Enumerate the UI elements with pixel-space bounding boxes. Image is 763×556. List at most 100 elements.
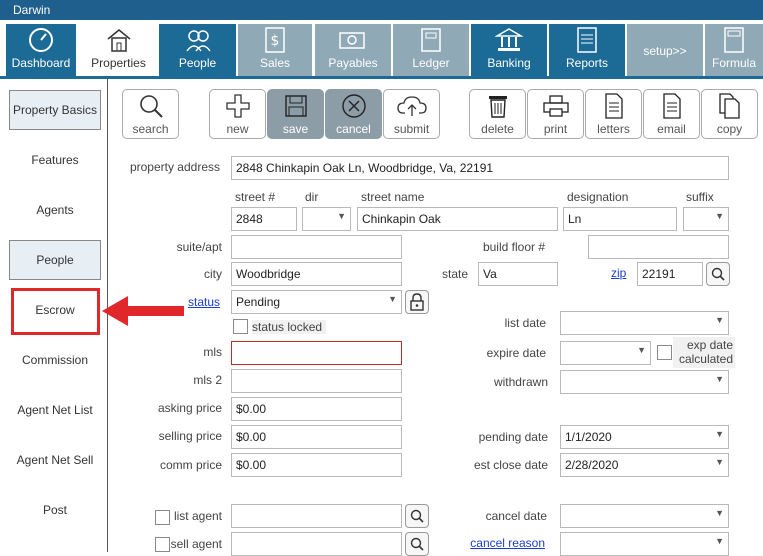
gauge-icon bbox=[29, 28, 53, 52]
copy-button[interactable]: copy bbox=[701, 89, 758, 139]
withdrawn-label: withdrawn bbox=[493, 375, 548, 389]
sidebar-item-label: Agents bbox=[36, 203, 74, 217]
suite-label: suite/apt bbox=[176, 240, 222, 254]
tab-banking[interactable]: Banking bbox=[471, 24, 547, 78]
magnifier-icon bbox=[139, 95, 163, 118]
pending-date-picker[interactable]: 1/1/2020 ▼ bbox=[560, 425, 729, 449]
list-date-picker[interactable]: ▼ bbox=[560, 311, 729, 335]
tab-reports[interactable]: Reports bbox=[549, 24, 625, 78]
pending-date-label: pending date bbox=[478, 430, 548, 444]
tab-label: Reports bbox=[565, 56, 609, 70]
cloud-upload-icon bbox=[396, 96, 427, 116]
sidebar-item-post[interactable]: Post bbox=[9, 490, 101, 530]
status-locked-checkbox[interactable] bbox=[233, 319, 248, 334]
tab-setup[interactable]: setup>> bbox=[627, 24, 703, 78]
cancel-reason-select[interactable]: ▼ bbox=[560, 532, 729, 556]
status-value: Pending bbox=[236, 295, 281, 309]
nav-underline bbox=[0, 76, 763, 79]
status-lock-button[interactable] bbox=[405, 290, 429, 314]
cancel-x-icon bbox=[341, 94, 366, 118]
submit-button[interactable]: submit bbox=[383, 89, 440, 139]
designation-field[interactable]: Ln bbox=[563, 207, 677, 231]
list-agent-search-button[interactable] bbox=[405, 504, 429, 528]
asking-price-field[interactable]: $0.00 bbox=[231, 397, 402, 421]
ledger-icon bbox=[421, 28, 441, 52]
sidebar-item-features[interactable]: Features bbox=[9, 140, 101, 180]
sell-agent-label: sell agent bbox=[170, 537, 222, 551]
print-button[interactable]: print bbox=[527, 89, 584, 139]
tab-formula[interactable]: Formula bbox=[705, 24, 763, 78]
delete-button[interactable]: delete bbox=[469, 89, 526, 139]
status-select[interactable]: Pending ▼ bbox=[231, 290, 402, 314]
dir-select[interactable]: ▼ bbox=[302, 207, 351, 231]
status-locked-label: status locked bbox=[252, 320, 327, 334]
chevron-down-icon: ▼ bbox=[337, 211, 346, 221]
build-floor-field[interactable] bbox=[588, 235, 729, 259]
zip-search-button[interactable] bbox=[706, 262, 730, 286]
cancel-reason-link[interactable]: cancel reason bbox=[440, 536, 545, 550]
report-icon bbox=[577, 27, 597, 53]
save-button[interactable]: save bbox=[267, 89, 324, 139]
document-icon bbox=[604, 93, 623, 119]
est-close-date-picker[interactable]: 2/28/2020 ▼ bbox=[560, 453, 729, 477]
chevron-down-icon: ▼ bbox=[715, 315, 724, 325]
svg-text:$: $ bbox=[271, 33, 280, 49]
chevron-down-icon: ▼ bbox=[388, 294, 397, 304]
withdrawn-picker[interactable]: ▼ bbox=[560, 370, 729, 394]
sell-agent-search-button[interactable] bbox=[405, 532, 429, 556]
chevron-down-icon: ▼ bbox=[715, 211, 724, 221]
search-button[interactable]: search bbox=[122, 89, 179, 139]
email-document-icon bbox=[662, 93, 681, 119]
cancel-date-picker[interactable]: ▼ bbox=[560, 504, 729, 528]
selling-price-label: selling price bbox=[158, 429, 222, 443]
mls2-field[interactable] bbox=[231, 369, 402, 393]
comm-price-field[interactable]: $0.00 bbox=[231, 453, 402, 477]
copy-icon bbox=[718, 93, 740, 119]
email-button[interactable]: email bbox=[643, 89, 700, 139]
city-field[interactable]: Woodbridge bbox=[231, 262, 402, 286]
tab-dashboard[interactable]: Dashboard bbox=[6, 24, 76, 78]
tab-properties[interactable]: Properties bbox=[80, 24, 157, 78]
cancel-button[interactable]: cancel bbox=[325, 89, 382, 139]
sidebar-item-property-basics[interactable]: Property Basics bbox=[9, 90, 101, 130]
suffix-label: suffix bbox=[686, 190, 714, 204]
state-field[interactable]: Va bbox=[478, 262, 558, 286]
zip-field[interactable]: 22191 bbox=[637, 262, 703, 286]
expire-date-picker[interactable]: ▼ bbox=[560, 341, 651, 365]
list-agent-label: list agent bbox=[173, 509, 222, 523]
printer-icon bbox=[542, 95, 569, 117]
sidebar-item-agents[interactable]: Agents bbox=[9, 190, 101, 230]
sidebar-item-agent-net-sell[interactable]: Agent Net Sell bbox=[9, 440, 101, 480]
status-link[interactable]: status bbox=[150, 295, 220, 309]
street-num-field[interactable]: 2848 bbox=[231, 207, 297, 231]
zip-link[interactable]: zip bbox=[611, 266, 626, 280]
state-label: state bbox=[441, 267, 468, 281]
suite-field[interactable] bbox=[231, 235, 402, 259]
letters-button[interactable]: letters bbox=[585, 89, 642, 139]
money-icon bbox=[339, 32, 365, 49]
exp-date-calculated-checkbox[interactable] bbox=[657, 345, 672, 360]
tab-label: Dashboard bbox=[11, 56, 71, 70]
dir-label: dir bbox=[305, 190, 319, 204]
tab-people[interactable]: People bbox=[159, 24, 236, 78]
tab-payables[interactable]: Payables bbox=[315, 24, 391, 78]
sidebar-item-commission[interactable]: Commission bbox=[9, 340, 101, 380]
save-button-label: save bbox=[282, 122, 309, 136]
tab-ledger[interactable]: Ledger bbox=[393, 24, 469, 78]
exp-calc-line-2: calculated bbox=[678, 352, 733, 366]
mls-label: mls bbox=[203, 345, 222, 359]
suffix-select[interactable]: ▼ bbox=[683, 207, 729, 231]
tab-sales[interactable]: $ Sales bbox=[238, 24, 312, 78]
property-address-field[interactable]: 2848 Chinkapin Oak Ln, Woodbridge, Va, 2… bbox=[231, 156, 729, 180]
sell-agent-field[interactable] bbox=[231, 532, 402, 556]
list-agent-field[interactable] bbox=[231, 504, 402, 528]
street-name-field[interactable]: Chinkapin Oak bbox=[357, 207, 558, 231]
mls-field[interactable] bbox=[231, 341, 402, 365]
new-button[interactable]: new bbox=[209, 89, 266, 139]
city-label: city bbox=[204, 267, 222, 281]
est-close-date-label: est close date bbox=[473, 458, 548, 472]
escrow-highlight-box bbox=[11, 288, 100, 335]
sidebar-item-agent-net-list[interactable]: Agent Net List bbox=[9, 390, 101, 430]
selling-price-field[interactable]: $0.00 bbox=[231, 425, 402, 449]
sidebar-item-people[interactable]: People bbox=[9, 240, 101, 280]
